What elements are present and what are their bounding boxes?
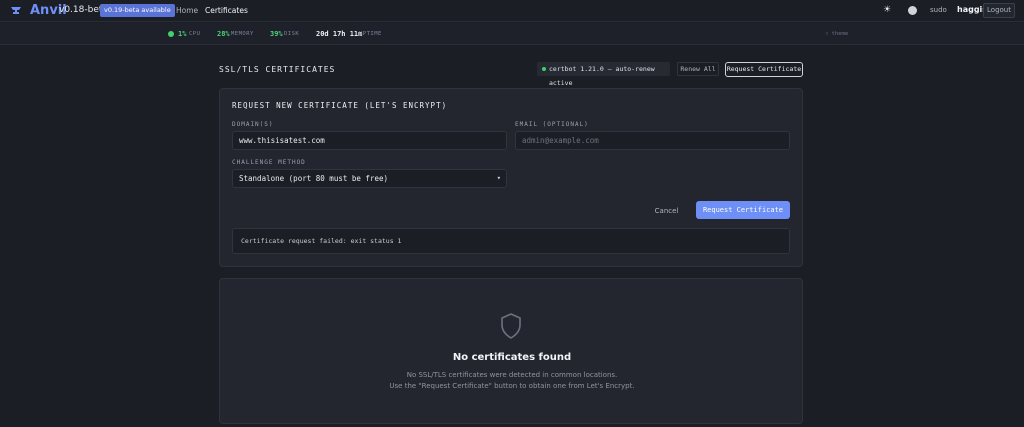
anvil-logo-icon [11, 7, 21, 14]
domain-input[interactable]: www.thisisatest.com [232, 131, 507, 150]
keyboard-hint: ⇧ theme [825, 31, 849, 37]
logout-button[interactable]: Logout [983, 3, 1015, 18]
sun-icon[interactable]: ☀ [882, 5, 892, 15]
theme-toggle-icon[interactable] [908, 6, 917, 15]
system-stats-bar: 1% CPU 28% MEMORY 39% DISK 20d 17h 11m U… [0, 23, 1024, 45]
certbot-status-text: certbot 1.21.0 — auto-renew active [549, 65, 655, 87]
cpu-label: CPU [189, 31, 201, 37]
chevron-down-icon: ▾ [496, 174, 501, 182]
cpu-value: 1% [178, 30, 187, 38]
challenge-method-label: CHALLENGE METHOD [232, 159, 306, 166]
request-certificate-button[interactable]: Request Certificate [725, 62, 803, 77]
empty-state-line-2: Use the "Request Certificate" button to … [389, 382, 635, 390]
empty-state-line-1: No SSL/TLS certificates were detected in… [406, 371, 618, 379]
certbot-status-badge: certbot 1.21.0 — auto-renew active [537, 62, 670, 87]
renew-all-button[interactable]: Renew All [677, 62, 719, 76]
shield-icon [501, 313, 521, 339]
page-title: SSL/TLS CERTIFICATES [219, 65, 336, 74]
request-certificate-form: REQUEST NEW CERTIFICATE (LET'S ENCRYPT) … [219, 88, 803, 267]
nav-link-home[interactable]: Home [176, 6, 198, 15]
uptime-label: UPTIME [359, 31, 382, 37]
status-dot-icon [168, 31, 174, 37]
status-dot-icon [542, 67, 546, 71]
challenge-method-select[interactable]: Standalone (port 80 must be free) ▾ [232, 169, 507, 188]
email-input[interactable]: admin@example.com [515, 131, 790, 150]
empty-state-title: No certificates found [452, 352, 572, 363]
form-title: REQUEST NEW CERTIFICATE (LET'S ENCRYPT) [232, 101, 448, 110]
uptime-value: 20d 17h 11m [316, 30, 363, 38]
email-label: EMAIL (OPTIONAL) [515, 121, 589, 128]
memory-value: 28% [217, 30, 230, 38]
domain-label: DOMAIN(S) [232, 121, 274, 128]
submit-request-button[interactable]: Request Certificate [696, 201, 790, 219]
challenge-method-value: Standalone (port 80 must be free) [239, 174, 389, 183]
certificates-empty-state: No certificates found No SSL/TLS certifi… [219, 278, 803, 424]
update-available-badge[interactable]: v0.19-beta available [100, 4, 175, 17]
disk-value: 39% [270, 30, 283, 38]
nav-link-certificates[interactable]: Certificates [205, 6, 248, 15]
error-message: Certificate request failed: exit status … [232, 228, 790, 254]
sudo-link[interactable]: sudo [930, 6, 947, 14]
top-nav: Anvil v0.18-beta v0.19-beta available Ho… [0, 0, 1024, 22]
disk-label: DISK [284, 31, 300, 37]
memory-label: MEMORY [231, 31, 254, 37]
cancel-button[interactable]: Cancel [650, 204, 683, 218]
